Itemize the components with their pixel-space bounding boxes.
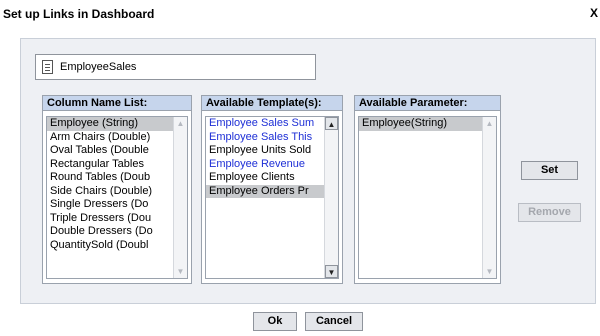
scroll-up-icon[interactable]: ▲ <box>174 117 187 130</box>
dashboard-file-field[interactable]: EmployeeSales <box>35 54 316 80</box>
dashboard-file-name: EmployeeSales <box>60 61 137 73</box>
template-list[interactable]: Employee Sales Sum Employee Sales This Emp… <box>205 116 339 279</box>
column-name-list-panel: Column Name List: Employee (String) Arm C… <box>42 95 192 284</box>
list-item[interactable]: Employee Clients <box>206 171 324 185</box>
cancel-button[interactable]: Cancel <box>305 312 363 331</box>
scroll-up-icon[interactable]: ▲ <box>325 117 338 130</box>
template-list-scrollbar[interactable]: ▲ ▼ <box>324 117 338 278</box>
column-name-list[interactable]: Employee (String) Arm Chairs (Double) Oval… <box>46 116 188 279</box>
dialog-content: EmployeeSales Column Name List: Employee… <box>20 38 596 304</box>
template-items: Employee Sales Sum Employee Sales This Emp… <box>206 117 324 278</box>
list-item[interactable]: Employee Sales Sum <box>206 117 324 131</box>
column-list-scrollbar[interactable]: ▲ ▼ <box>173 117 187 278</box>
remove-button[interactable]: Remove <box>518 203 581 222</box>
list-item[interactable]: Employee Units Sold <box>206 144 324 158</box>
template-list-header: Available Template(s): <box>202 96 342 111</box>
list-item[interactable]: Employee Revenue <box>206 158 324 172</box>
column-name-items: Employee (String) Arm Chairs (Double) Oval… <box>47 117 173 278</box>
list-item[interactable]: Oval Tables (Double <box>47 144 173 158</box>
dialog-title: Set up Links in Dashboard <box>3 7 155 21</box>
list-item[interactable]: Employee Orders Pr <box>206 184 324 198</box>
template-list-panel: Available Template(s): Employee Sales Su… <box>201 95 343 284</box>
ok-button[interactable]: Ok <box>253 312 297 331</box>
list-item[interactable]: Single Dressers (Do <box>47 198 173 212</box>
scroll-up-icon[interactable]: ▲ <box>483 117 496 130</box>
list-item[interactable]: Arm Chairs (Double) <box>47 131 173 145</box>
parameter-list[interactable]: Employee(String) ▲ ▼ <box>358 116 497 279</box>
parameter-list-header: Available Parameter: <box>355 96 500 111</box>
document-icon <box>42 60 53 74</box>
close-button[interactable]: X <box>587 5 600 21</box>
column-name-list-header: Column Name List: <box>43 96 191 111</box>
list-item[interactable]: QuantitySold (Doubl <box>47 239 173 253</box>
list-item[interactable]: Round Tables (Doub <box>47 171 173 185</box>
scroll-down-icon[interactable]: ▼ <box>174 265 187 278</box>
list-item[interactable]: Side Chairs (Double) <box>47 185 173 199</box>
setup-links-dialog: Set up Links in Dashboard X EmployeeSale… <box>0 0 600 336</box>
parameter-list-panel: Available Parameter: Employee(String) ▲ … <box>354 95 501 284</box>
list-item[interactable]: Employee Sales This <box>206 131 324 145</box>
set-button[interactable]: Set <box>521 161 578 180</box>
scroll-down-icon[interactable]: ▼ <box>483 265 496 278</box>
list-item[interactable]: Employee(String) <box>359 117 482 131</box>
list-item[interactable]: Rectangular Tables <box>47 158 173 172</box>
parameter-items: Employee(String) <box>359 117 482 278</box>
parameter-list-scrollbar[interactable]: ▲ ▼ <box>482 117 496 278</box>
scroll-down-icon[interactable]: ▼ <box>325 265 338 278</box>
list-item[interactable]: Employee (String) <box>47 117 173 131</box>
list-item[interactable]: Triple Dressers (Dou <box>47 212 173 226</box>
list-item[interactable]: Double Dressers (Do <box>47 225 173 239</box>
